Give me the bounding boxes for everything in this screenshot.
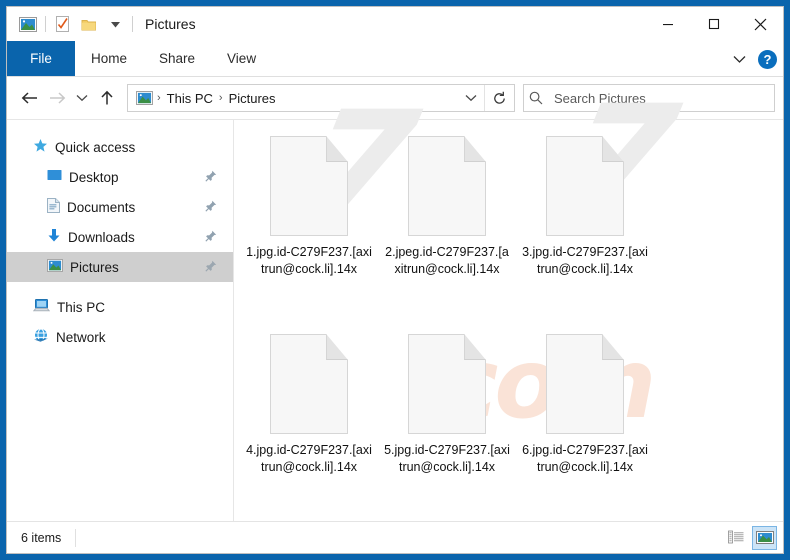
address-bar-row: › This PC › Pictures Search Pictures [7, 77, 783, 119]
status-divider [75, 528, 77, 547]
status-bar: 6 items [7, 521, 783, 553]
tab-view[interactable]: View [211, 41, 272, 76]
documents-icon [47, 198, 60, 216]
star-icon [33, 138, 48, 156]
navigation-pane: Quick access Desktop Documents Downloads… [7, 120, 234, 521]
view-toggle-group [723, 525, 777, 550]
sidebar-item-desktop[interactable]: Desktop [7, 162, 233, 192]
blank-document-icon [546, 136, 624, 236]
search-box[interactable]: Search Pictures [523, 84, 775, 112]
file-name: 1.jpg.id-C279F237.[axitrun@cock.li].14x [246, 245, 372, 276]
breadcrumb-this-pc[interactable]: This PC [164, 91, 216, 106]
file-item[interactable]: 2.jpeg.id-C279F237.[axitrun@cock.li].14x [378, 130, 516, 328]
file-item[interactable]: 1.jpg.id-C279F237.[axitrun@cock.li].14x [240, 130, 378, 328]
file-item[interactable]: 3.jpg.id-C279F237.[axitrun@cock.li].14x [516, 130, 654, 328]
tab-home[interactable]: Home [75, 41, 143, 76]
address-bar[interactable]: › This PC › Pictures [127, 84, 515, 112]
blank-document-icon [270, 136, 348, 236]
sidebar-item-this-pc[interactable]: This PC [7, 292, 233, 322]
pin-icon[interactable] [205, 260, 217, 275]
pin-icon[interactable] [205, 230, 217, 245]
breadcrumb-separator-1: › [157, 92, 161, 104]
refresh-button[interactable] [484, 85, 514, 111]
tab-file[interactable]: File [7, 41, 75, 76]
file-list-view[interactable]: 1.jpg.id-C279F237.[axitrun@cock.li].14x … [234, 120, 783, 521]
search-icon [524, 85, 548, 111]
customize-chevron-icon[interactable] [102, 11, 128, 37]
sidebar-item-label: Downloads [68, 229, 135, 245]
file-name: 3.jpg.id-C279F237.[axitrun@cock.li].14x [522, 245, 648, 276]
details-view-button[interactable] [723, 526, 748, 550]
up-button[interactable] [93, 84, 121, 112]
sidebar-item-downloads[interactable]: Downloads [7, 222, 233, 252]
sidebar-item-label: Network [56, 329, 106, 345]
desktop-icon [47, 169, 62, 186]
sidebar-item-pictures[interactable]: Pictures [7, 252, 233, 282]
file-name: 5.jpg.id-C279F237.[axitrun@cock.li].14x [384, 443, 510, 474]
file-grid: 1.jpg.id-C279F237.[axitrun@cock.li].14x … [234, 120, 783, 521]
downloads-icon [47, 228, 61, 246]
close-button[interactable] [737, 7, 783, 41]
pictures-folder-icon[interactable] [15, 11, 41, 37]
tab-share[interactable]: Share [143, 41, 211, 76]
sidebar-item-label: Quick access [55, 139, 136, 155]
sidebar-item-label: This PC [57, 299, 106, 315]
breadcrumb-separator-2: › [218, 92, 223, 104]
blank-document-icon [408, 334, 486, 434]
toolbar-divider [45, 16, 46, 32]
new-folder-icon[interactable] [76, 11, 102, 37]
forward-button[interactable] [43, 84, 71, 112]
blank-document-icon [270, 334, 348, 434]
file-name: 4.jpg.id-C279F237.[axitrun@cock.li].14x [246, 443, 372, 474]
this-pc-icon [32, 298, 51, 316]
blank-document-icon [546, 334, 624, 434]
sidebar-item-documents[interactable]: Documents [7, 192, 233, 222]
breadcrumb: › This PC › Pictures [128, 88, 458, 108]
breadcrumb-pictures-icon[interactable] [134, 88, 154, 108]
address-dropdown-icon[interactable] [458, 85, 484, 111]
maximize-button[interactable] [691, 7, 737, 41]
window-title: Pictures [145, 16, 196, 32]
back-button[interactable] [15, 84, 43, 112]
properties-icon[interactable] [50, 11, 76, 37]
pin-icon[interactable] [205, 170, 217, 185]
toolbar-divider-2 [132, 16, 133, 32]
minimize-button[interactable] [645, 7, 691, 41]
pictures-icon [47, 259, 63, 275]
help-icon[interactable]: ? [758, 49, 777, 69]
chevron-down-icon[interactable] [728, 45, 750, 73]
pin-icon[interactable] [205, 200, 217, 215]
ribbon-tab-bar: File Home Share View ? [7, 41, 783, 77]
file-item[interactable]: 6.jpg.id-C279F237.[axitrun@cock.li].14x [516, 328, 654, 521]
file-item[interactable]: 4.jpg.id-C279F237.[axitrun@cock.li].14x [240, 328, 378, 521]
file-explorer-window: Pictures File Home Share View ? › This P… [6, 6, 784, 554]
file-item[interactable]: 5.jpg.id-C279F237.[axitrun@cock.li].14x [378, 328, 516, 521]
title-bar: Pictures [7, 7, 783, 41]
window-controls [645, 7, 783, 41]
search-input[interactable]: Search Pictures [554, 91, 646, 106]
file-name: 2.jpeg.id-C279F237.[axitrun@cock.li].14x [385, 245, 509, 276]
ribbon-right-controls: ? [728, 41, 777, 77]
explorer-body: 7 7 risk .com Quick access Deskt [7, 74, 783, 521]
blank-document-icon [408, 136, 486, 236]
sidebar-item-label: Documents [67, 199, 136, 215]
recent-locations-chevron-icon[interactable] [71, 84, 93, 112]
quick-access-toolbar [7, 11, 137, 37]
sidebar-item-quick-access[interactable]: Quick access [7, 132, 233, 162]
file-name: 6.jpg.id-C279F237.[axitrun@cock.li].14x [522, 443, 648, 474]
item-count: 6 items [21, 530, 62, 545]
network-icon [33, 328, 49, 346]
breadcrumb-pictures[interactable]: Pictures [226, 91, 279, 106]
sidebar-item-label: Pictures [70, 259, 119, 275]
sidebar-item-network[interactable]: Network [7, 322, 233, 352]
sidebar-item-label: Desktop [69, 169, 119, 185]
large-icons-view-button[interactable] [752, 525, 777, 550]
